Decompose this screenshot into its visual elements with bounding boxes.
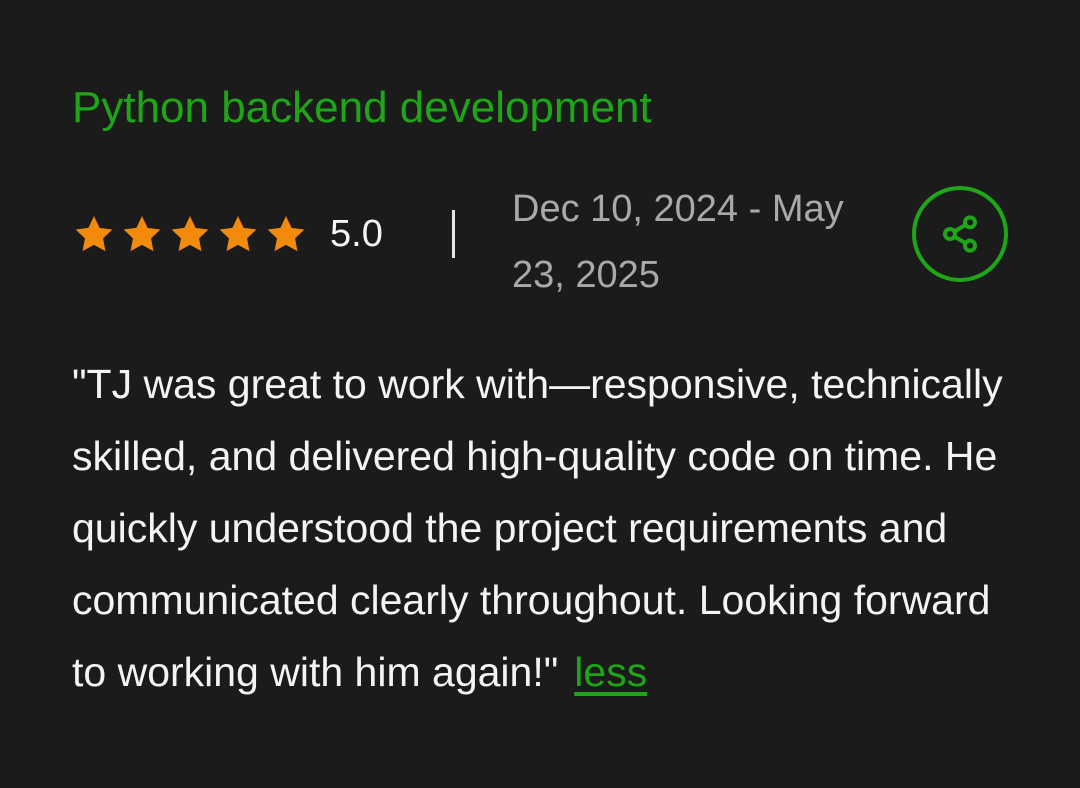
star-icon xyxy=(72,214,116,254)
job-title[interactable]: Python backend development xyxy=(72,80,652,136)
star-icon xyxy=(120,214,164,254)
review-body: "TJ was great to work with—responsive, t… xyxy=(72,361,1003,695)
share-button[interactable] xyxy=(912,186,1008,282)
star-icon xyxy=(168,214,212,254)
star-icon xyxy=(264,214,308,254)
star-rating xyxy=(72,214,308,254)
show-less-link[interactable]: less xyxy=(574,649,647,695)
meta-divider xyxy=(452,210,455,258)
contract-date-range: Dec 10, 2024 - May 23, 2025 xyxy=(512,188,844,296)
review-card: Python backend development 5.0 Dec 10, 2… xyxy=(0,0,1080,788)
star-icon xyxy=(216,214,260,254)
review-text: "TJ was great to work with—responsive, t… xyxy=(72,348,1022,708)
review-meta-row: 5.0 Dec 10, 2024 - May 23, 2025 xyxy=(72,176,1012,296)
rating-value: 5.0 xyxy=(330,213,383,255)
share-icon xyxy=(940,214,980,254)
